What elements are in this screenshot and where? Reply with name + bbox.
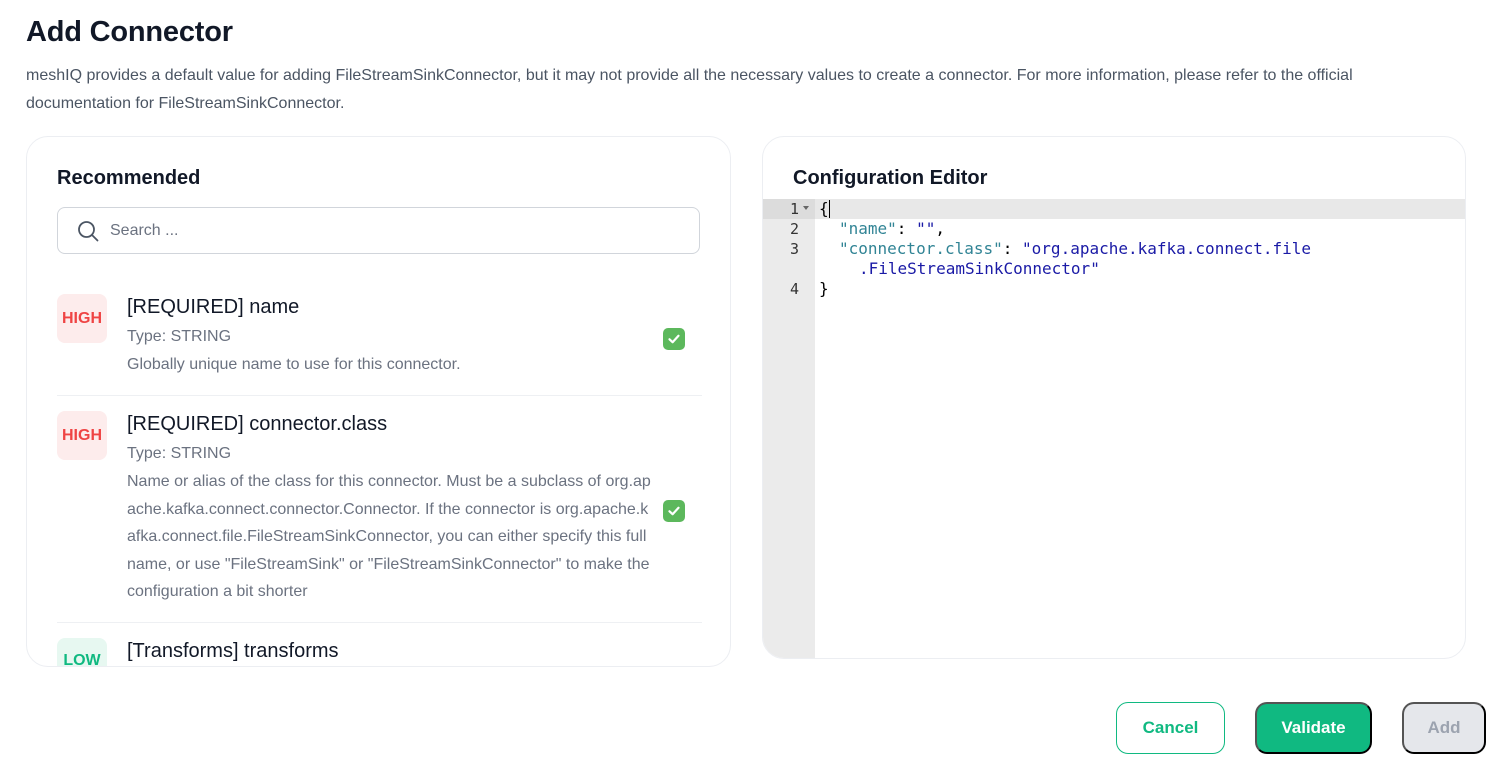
json-key: "name" [839,219,897,238]
recommended-item-connector-class: HIGH [REQUIRED] connector.class Type: ST… [57,411,702,611]
fold-arrow-icon[interactable] [803,206,809,210]
configuration-editor-panel: Configuration Editor 1 2 3 4 { "name": "… [762,136,1466,659]
cancel-button[interactable]: Cancel [1116,702,1225,754]
editor-gutter [763,199,815,658]
validate-button[interactable]: Validate [1255,702,1372,754]
item-body: [Transforms] transforms [127,638,651,664]
code-editor[interactable]: 1 2 3 4 { "name": "", "connector.class":… [763,199,1465,658]
active-line-highlight [763,199,1465,219]
item-body: [REQUIRED] connector.class Type: STRING … [127,411,651,606]
json-colon: : [896,219,917,238]
divider [57,395,702,396]
line-number: 3 [789,240,799,258]
priority-badge: LOW [57,638,107,666]
json-comma: , [935,219,945,238]
recommended-panel: Recommended HIGH [REQUIRED] name Type: S… [26,136,731,667]
divider [57,622,702,623]
item-description: Globally unique name to use for this con… [127,356,461,373]
item-title: [REQUIRED] connector.class [127,413,388,435]
page-description: meshIQ provides a default value for addi… [26,67,1353,112]
item-checkbox[interactable] [663,500,685,522]
brace-close: } [819,279,829,298]
json-colon: : [1002,239,1023,258]
recommended-item-transforms: LOW [Transforms] transforms [57,638,702,666]
item-type: Type: STRING [127,445,232,462]
search-icon [77,220,99,242]
checkmark-icon [668,334,680,344]
page-title: Add Connector [26,16,233,48]
add-button[interactable]: Add [1402,702,1486,754]
item-description: Name or alias of the class for this conn… [127,473,651,600]
code-line: { [819,199,829,219]
priority-badge: HIGH [57,411,107,460]
code-line: "connector.class": "org.apache.kafka.con… [839,239,1311,259]
item-title: [REQUIRED] name [127,296,300,318]
search-box[interactable] [57,207,700,254]
recommended-title: Recommended [57,167,201,189]
code-line-wrapped: .FileStreamSinkConnector" [859,259,1100,279]
checkmark-icon [668,506,680,516]
line-number: 2 [789,220,799,238]
item-checkbox[interactable] [663,328,685,350]
text-cursor [829,200,830,218]
json-value: "" [916,219,936,238]
brace-open: { [819,199,829,218]
priority-badge: HIGH [57,294,107,343]
json-key: "connector.class" [839,239,1003,258]
editor-title: Configuration Editor [793,167,988,189]
code-line: "name": "", [839,219,945,239]
item-title: [Transforms] transforms [127,640,339,662]
code-line: } [819,279,829,299]
line-number: 1 [789,200,799,218]
item-type: Type: STRING [127,328,232,345]
search-input[interactable] [110,221,670,240]
json-value-continued: .FileStreamSinkConnector" [859,259,1100,278]
item-body: [REQUIRED] name Type: STRING Globally un… [127,294,651,379]
json-value: "org.apache.kafka.connect.file [1022,239,1312,258]
recommended-item-name: HIGH [REQUIRED] name Type: STRING Global… [57,294,702,384]
line-number: 4 [789,280,799,298]
